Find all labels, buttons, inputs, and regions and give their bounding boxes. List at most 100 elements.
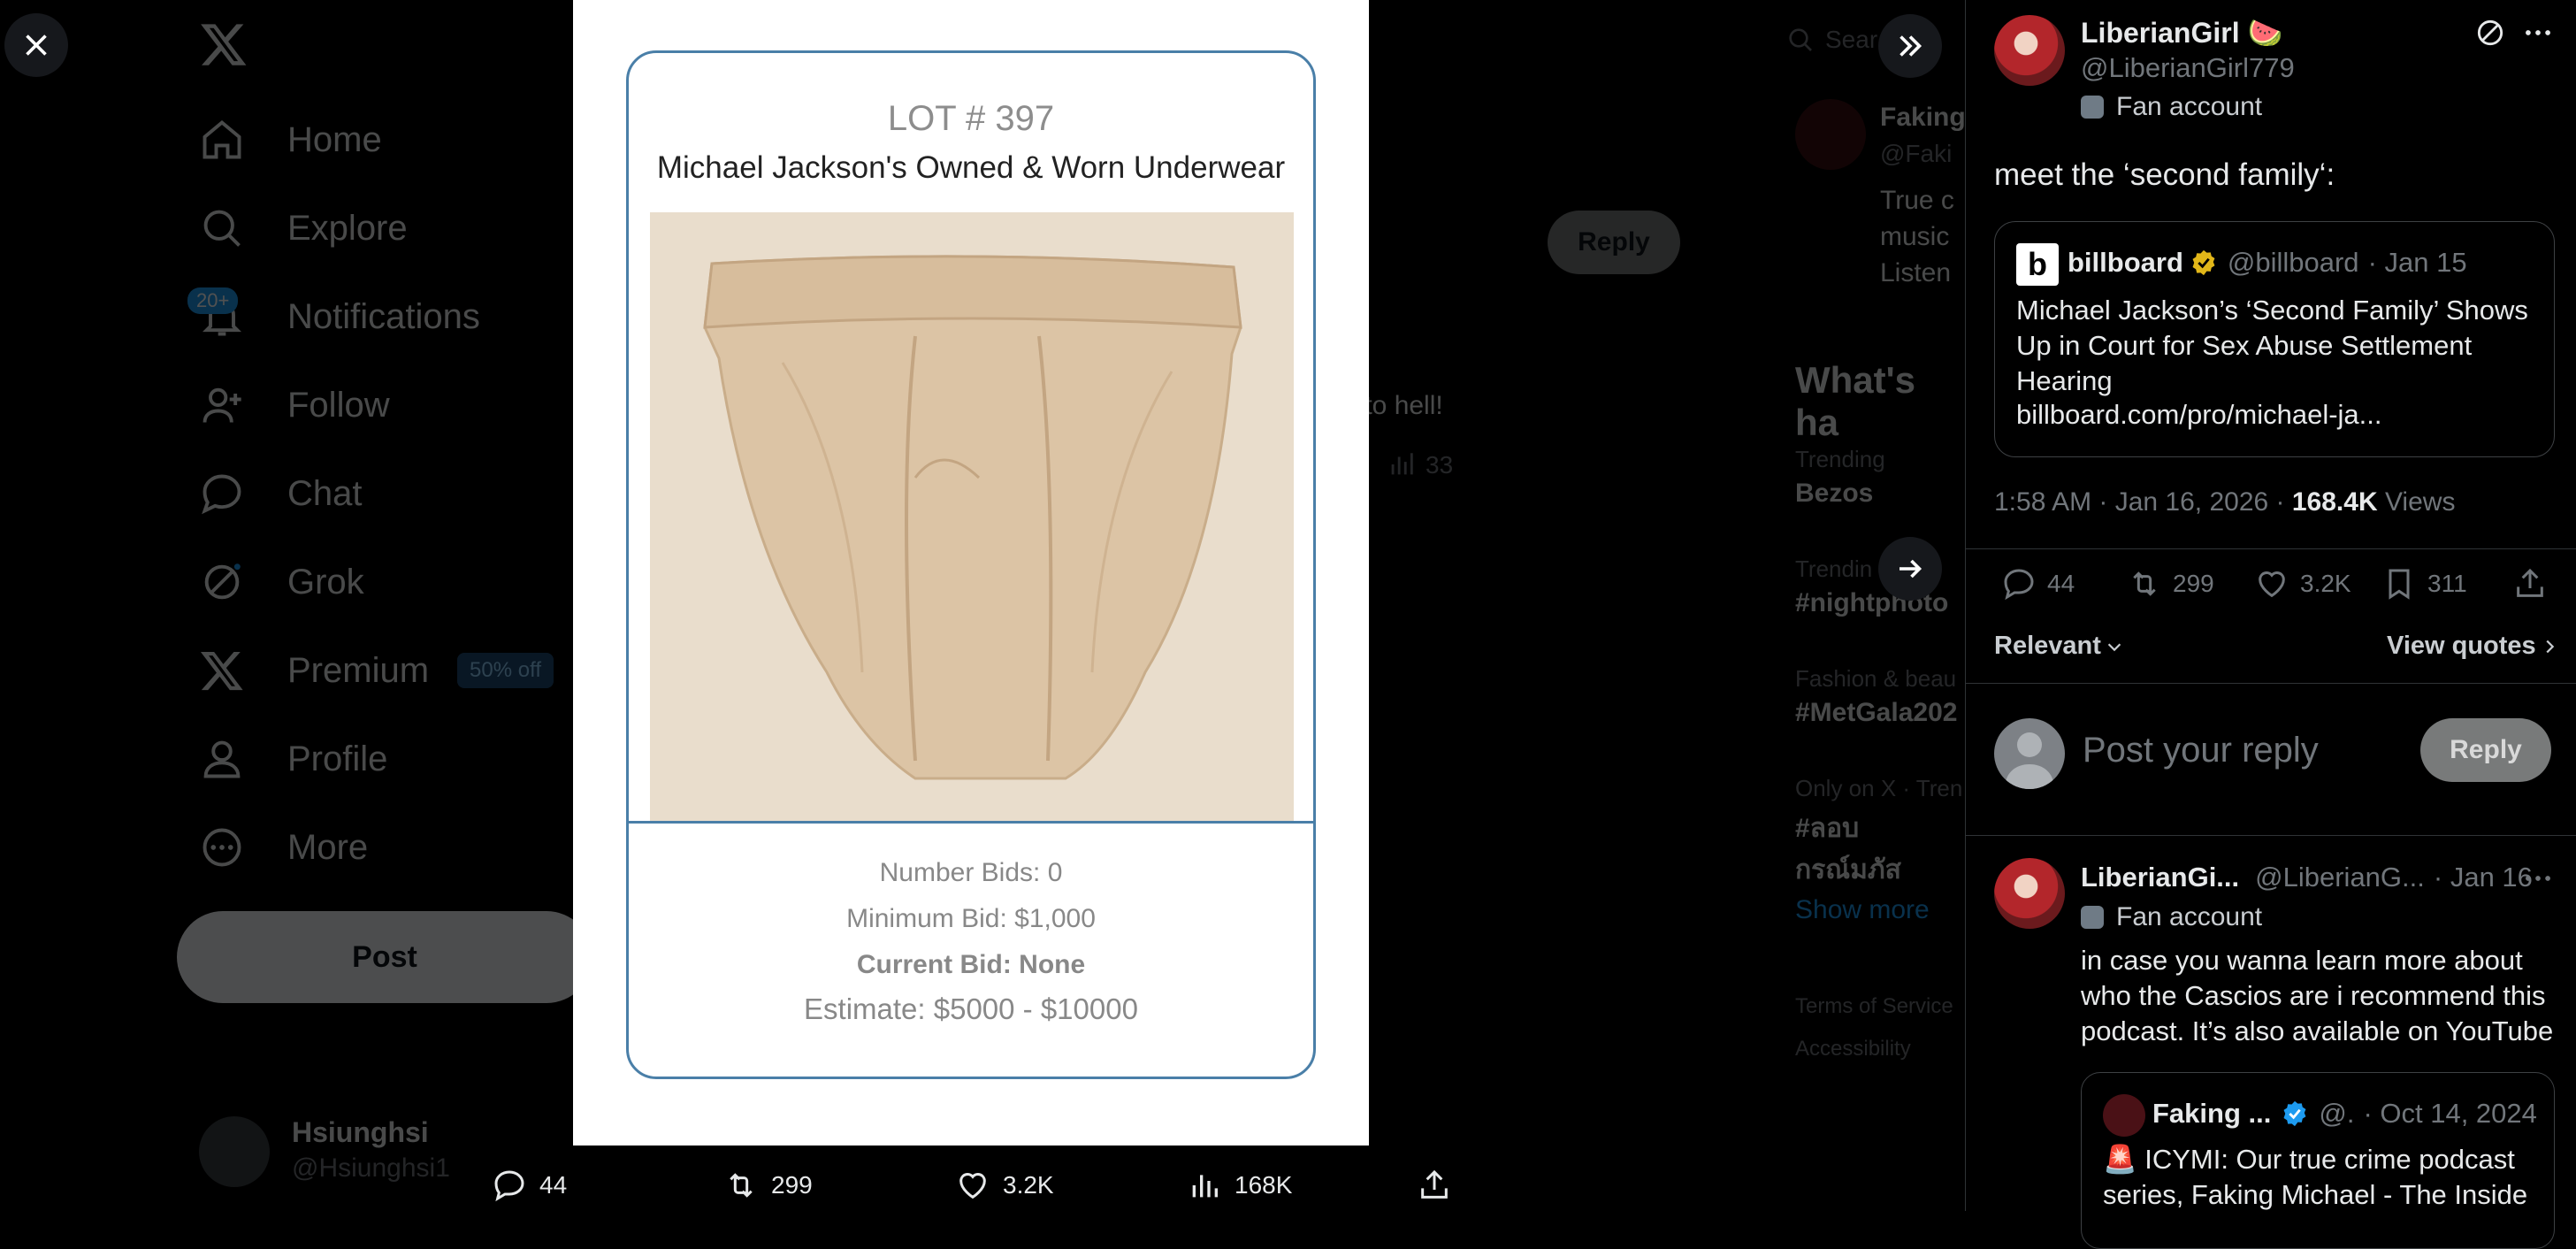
- verified-gold-icon: [2192, 249, 2215, 276]
- media-image: LOT # 397 Michael Jackson's Owned & Worn…: [573, 0, 1369, 1146]
- sort-label: Relevant: [1994, 632, 2101, 660]
- reply-author-avatar[interactable]: [1994, 858, 2065, 929]
- like-count: 3.2K: [2300, 570, 2351, 597]
- grok-icon[interactable]: [2473, 16, 2507, 50]
- fan-account-label: Fan account: [2081, 92, 2262, 122]
- quote-link[interactable]: billboard.com/pro/michael-ja...: [2016, 399, 2382, 431]
- trend-item[interactable]: Fashion & beau #MetGala202: [1795, 665, 1957, 728]
- profile-icon: [203, 740, 241, 778]
- media-views-action[interactable]: 168K: [1187, 1168, 1292, 1203]
- nav-more[interactable]: More: [199, 812, 368, 883]
- media-reply-action[interactable]: 44: [492, 1168, 567, 1203]
- next-image-button[interactable]: [1878, 537, 1942, 601]
- media-share-action[interactable]: [1417, 1168, 1464, 1203]
- nav-label: Home: [287, 119, 382, 159]
- side-profile-avatar[interactable]: [1795, 99, 1866, 170]
- trend-context: Trending: [1795, 446, 1885, 472]
- repost-action[interactable]: 299: [2127, 566, 2214, 602]
- reply-input[interactable]: Post your reply: [2083, 731, 2319, 770]
- author-avatar[interactable]: [1994, 15, 2065, 86]
- estimate: Estimate: $5000 - $10000: [804, 992, 1138, 1025]
- quote-date: · Jan 15: [2367, 247, 2467, 278]
- nav-grok[interactable]: Grok: [199, 547, 364, 617]
- user-avatar[interactable]: [1994, 718, 2065, 789]
- quoted-tweet[interactable]: b billboard @billboard · Jan 15 Michael …: [1994, 221, 2555, 457]
- nav-follow[interactable]: Follow: [199, 370, 390, 441]
- trend-context: Fashion & beau: [1795, 665, 1957, 692]
- sort-dropdown[interactable]: Relevant: [1994, 632, 2124, 661]
- repost-icon: [2133, 571, 2156, 596]
- media-like-action[interactable]: 3.2K: [955, 1168, 1054, 1203]
- side-profile-bio: True c music Listen: [1880, 182, 1954, 291]
- tweet-text: meet the ‘second family‘:: [1994, 157, 2335, 192]
- account-name: Hsiunghsi: [292, 1116, 429, 1148]
- nav-notifications[interactable]: Notifications: [199, 281, 480, 352]
- share-icon: [1421, 1169, 1448, 1199]
- author-handle[interactable]: @LiberianGirl779: [2081, 52, 2295, 84]
- post-button[interactable]: Post: [177, 911, 592, 1003]
- chevron-down-icon: [2107, 642, 2121, 651]
- author-name[interactable]: LiberianGirl 🍉: [2081, 16, 2282, 50]
- reply-count: 44: [2047, 570, 2075, 597]
- lot-number: LOT # 397: [887, 99, 1055, 138]
- reply-button[interactable]: Reply: [2420, 718, 2551, 782]
- reply-author-name[interactable]: LiberianGi...: [2081, 862, 2239, 893]
- views-icon: [1192, 1175, 1218, 1198]
- reply-quote-text: 🚨 ICYMI: Our true crime podcast series, …: [2103, 1144, 2528, 1210]
- trend-item[interactable]: Only on X · Tren #ลอบกรณ์มภัส: [1795, 775, 1965, 891]
- views-label: Views: [2377, 487, 2456, 517]
- collapse-panel-button[interactable]: [1878, 14, 1942, 78]
- reply-button-bg[interactable]: Reply: [1548, 211, 1680, 274]
- heart-icon: [959, 1173, 986, 1199]
- reply-icon: [494, 1170, 524, 1202]
- view-quotes-link[interactable]: View quotes: [2387, 632, 2559, 661]
- footer-link[interactable]: Accessibility: [1795, 1037, 1911, 1061]
- share-action[interactable]: [2512, 566, 2558, 602]
- close-button[interactable]: [4, 13, 68, 77]
- reply-header: LiberianGi... @LiberianG... · Jan 16: [2081, 862, 2533, 893]
- like-action[interactable]: 3.2K: [2254, 566, 2351, 602]
- nav-profile[interactable]: Profile: [199, 724, 387, 794]
- reply-quote-handle: @.: [2319, 1098, 2355, 1129]
- footer-link[interactable]: Terms of Service: [1795, 994, 1953, 1019]
- repost-count: 299: [2173, 570, 2214, 597]
- nav-home[interactable]: Home: [199, 104, 382, 175]
- media-repost-action[interactable]: 299: [723, 1168, 813, 1203]
- close-icon: [26, 34, 47, 56]
- double-chevron-right-icon: [1900, 35, 1922, 57]
- trend-item[interactable]: Trending Bezos: [1795, 446, 1885, 509]
- tweet-detail-panel: LiberianGirl 🍉 @LiberianGirl779 Fan acco…: [1965, 0, 2576, 1249]
- card-divider: [629, 821, 1313, 824]
- mask-icon: [2081, 906, 2104, 929]
- quote-text: Michael Jackson’s ‘Second Family’ Shows …: [2016, 295, 2528, 396]
- reply-quoted-tweet[interactable]: Faking ... @. · Oct 14, 2024 🚨 ICYMI: Ou…: [2081, 1072, 2555, 1249]
- reply-count: 44: [539, 1171, 568, 1199]
- fan-account-text: Fan account: [2116, 902, 2263, 931]
- x-logo-icon: [200, 651, 243, 691]
- bookmark-action[interactable]: 311: [2381, 566, 2467, 602]
- more-options-icon[interactable]: [2521, 16, 2555, 50]
- account-avatar[interactable]: [199, 1116, 270, 1187]
- nav-chat[interactable]: Chat: [199, 458, 363, 529]
- reply-author-handle[interactable]: @LiberianG...: [2255, 862, 2425, 893]
- search-icon: [1789, 28, 1812, 51]
- mask-icon: [2081, 96, 2104, 119]
- repost-count: 299: [771, 1171, 813, 1199]
- bio-line: True c: [1880, 186, 1954, 215]
- nav-explore[interactable]: Explore: [199, 193, 408, 264]
- nav-label: More: [287, 827, 369, 867]
- show-more-link[interactable]: Show more: [1795, 895, 1930, 925]
- reply-action[interactable]: 44: [2001, 566, 2075, 602]
- nav-label: Grok: [287, 562, 364, 602]
- quote-handle: @billboard: [2227, 247, 2359, 278]
- side-profile-handle: @Faki: [1880, 140, 1953, 167]
- whats-happening-title: What's ha: [1795, 359, 1915, 443]
- reply-quote-header: Faking ... @. · Oct 14, 2024: [2152, 1098, 2537, 1130]
- grok-icon: [204, 563, 241, 600]
- x-logo-icon[interactable]: [199, 19, 248, 69]
- nav-premium[interactable]: Premium 50% off: [199, 635, 554, 706]
- bookmark-icon: [2389, 569, 2410, 600]
- current-bid: Current Bid: None: [856, 950, 1086, 979]
- more-options-icon[interactable]: [2521, 862, 2555, 895]
- reply-fan-account-label: Fan account: [2081, 902, 2262, 932]
